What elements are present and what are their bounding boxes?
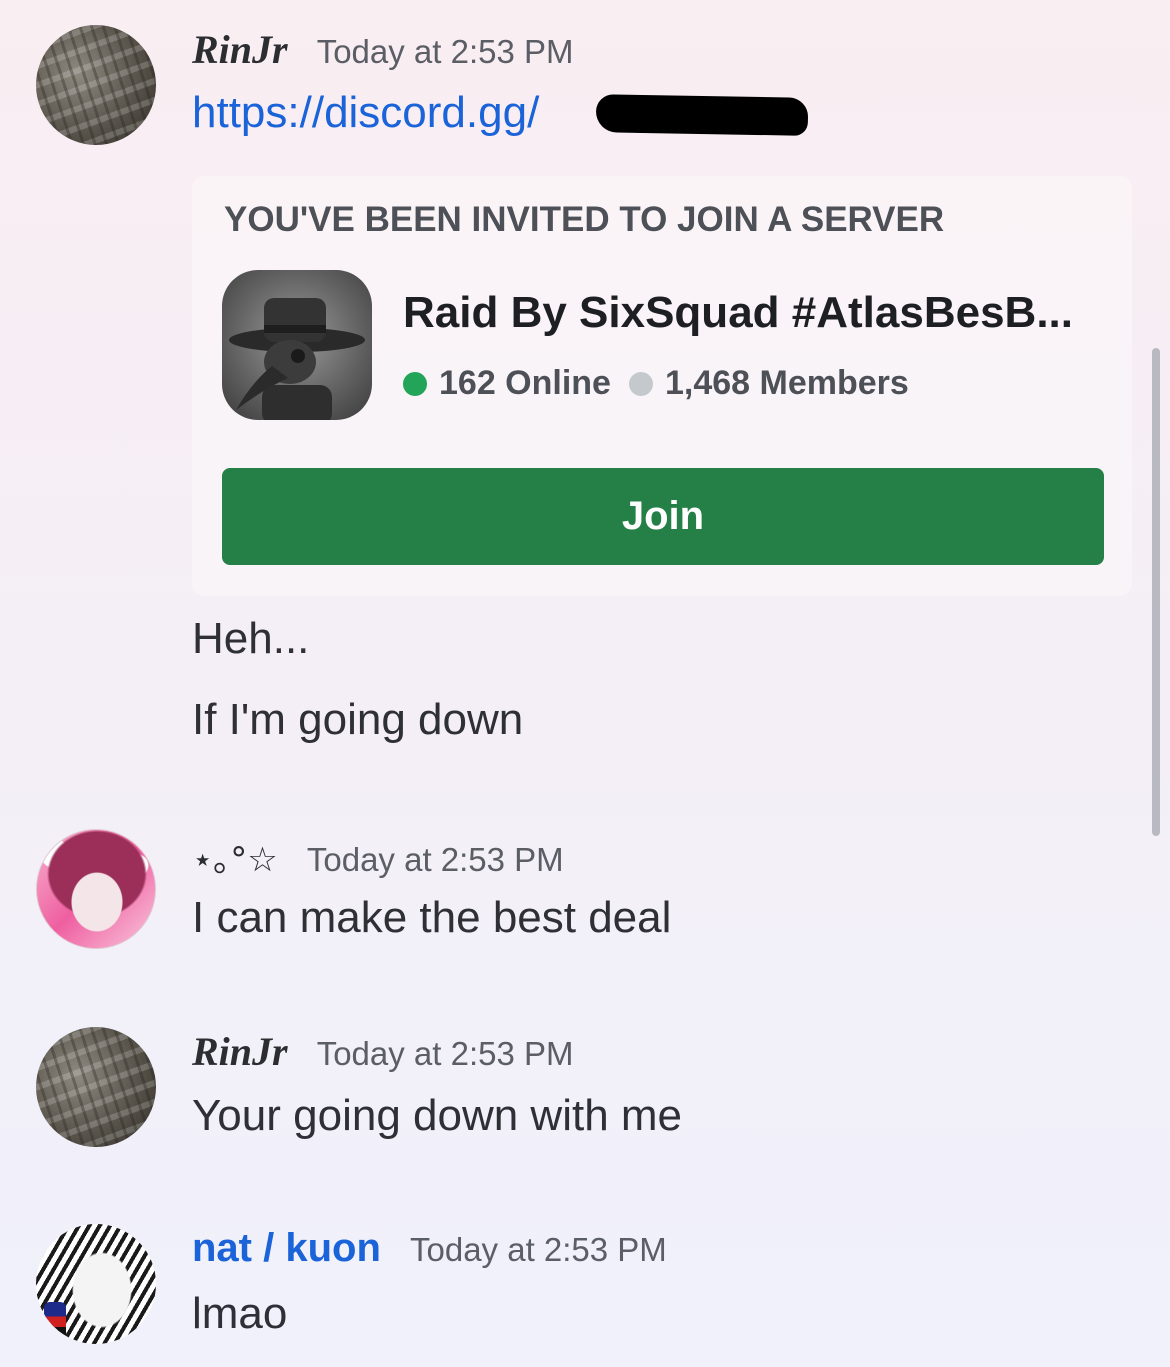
mini-character-icon bbox=[44, 1302, 66, 1338]
user-avatar[interactable] bbox=[36, 829, 156, 949]
invite-link[interactable]: https://discord.gg/ bbox=[192, 88, 539, 138]
online-dot-icon bbox=[403, 371, 427, 396]
timestamp: Today at 2:53 PM bbox=[409, 1231, 667, 1268]
user-avatar[interactable] bbox=[36, 1224, 156, 1344]
redaction-mark bbox=[595, 94, 809, 136]
message-text: I can make the best deal bbox=[192, 893, 672, 942]
message-header: RinJr Today at 2:53 PM bbox=[192, 26, 574, 73]
user-avatar[interactable] bbox=[36, 25, 156, 145]
timestamp: Today at 2:53 PM bbox=[316, 33, 574, 70]
username[interactable]: nat / kuon bbox=[192, 1226, 381, 1270]
message-text: If I'm going down bbox=[192, 695, 524, 744]
join-button[interactable]: Join bbox=[222, 468, 1104, 565]
timestamp: Today at 2:53 PM bbox=[306, 841, 564, 878]
server-stats: 162 Online 1,468 Members bbox=[403, 364, 909, 403]
message-header: ⋆｡°☆ Today at 2:53 PM bbox=[192, 832, 564, 881]
message-header: RinJr Today at 2:53 PM bbox=[192, 1028, 574, 1075]
scrollbar[interactable] bbox=[1152, 348, 1160, 836]
message-text: lmao bbox=[192, 1289, 288, 1338]
invite-title: YOU'VE BEEN INVITED TO JOIN A SERVER bbox=[224, 200, 945, 239]
user-avatar[interactable] bbox=[36, 1027, 156, 1147]
username[interactable]: ⋆｡°☆ bbox=[192, 840, 278, 880]
member-count: 1,468 Members bbox=[664, 364, 909, 402]
message-text: Heh... bbox=[192, 614, 310, 663]
plague-doctor-icon[interactable] bbox=[222, 270, 372, 420]
online-count: 162 Online bbox=[439, 364, 611, 402]
members-dot-icon bbox=[628, 371, 653, 396]
server-name[interactable]: Raid By SixSquad #AtlasBesB... bbox=[403, 288, 1073, 338]
message-header: nat / kuon Today at 2:53 PM bbox=[192, 1226, 667, 1271]
username[interactable]: RinJr bbox=[192, 1029, 288, 1074]
timestamp: Today at 2:53 PM bbox=[316, 1035, 574, 1072]
message-text: Your going down with me bbox=[192, 1091, 683, 1140]
username[interactable]: RinJr bbox=[192, 27, 288, 72]
